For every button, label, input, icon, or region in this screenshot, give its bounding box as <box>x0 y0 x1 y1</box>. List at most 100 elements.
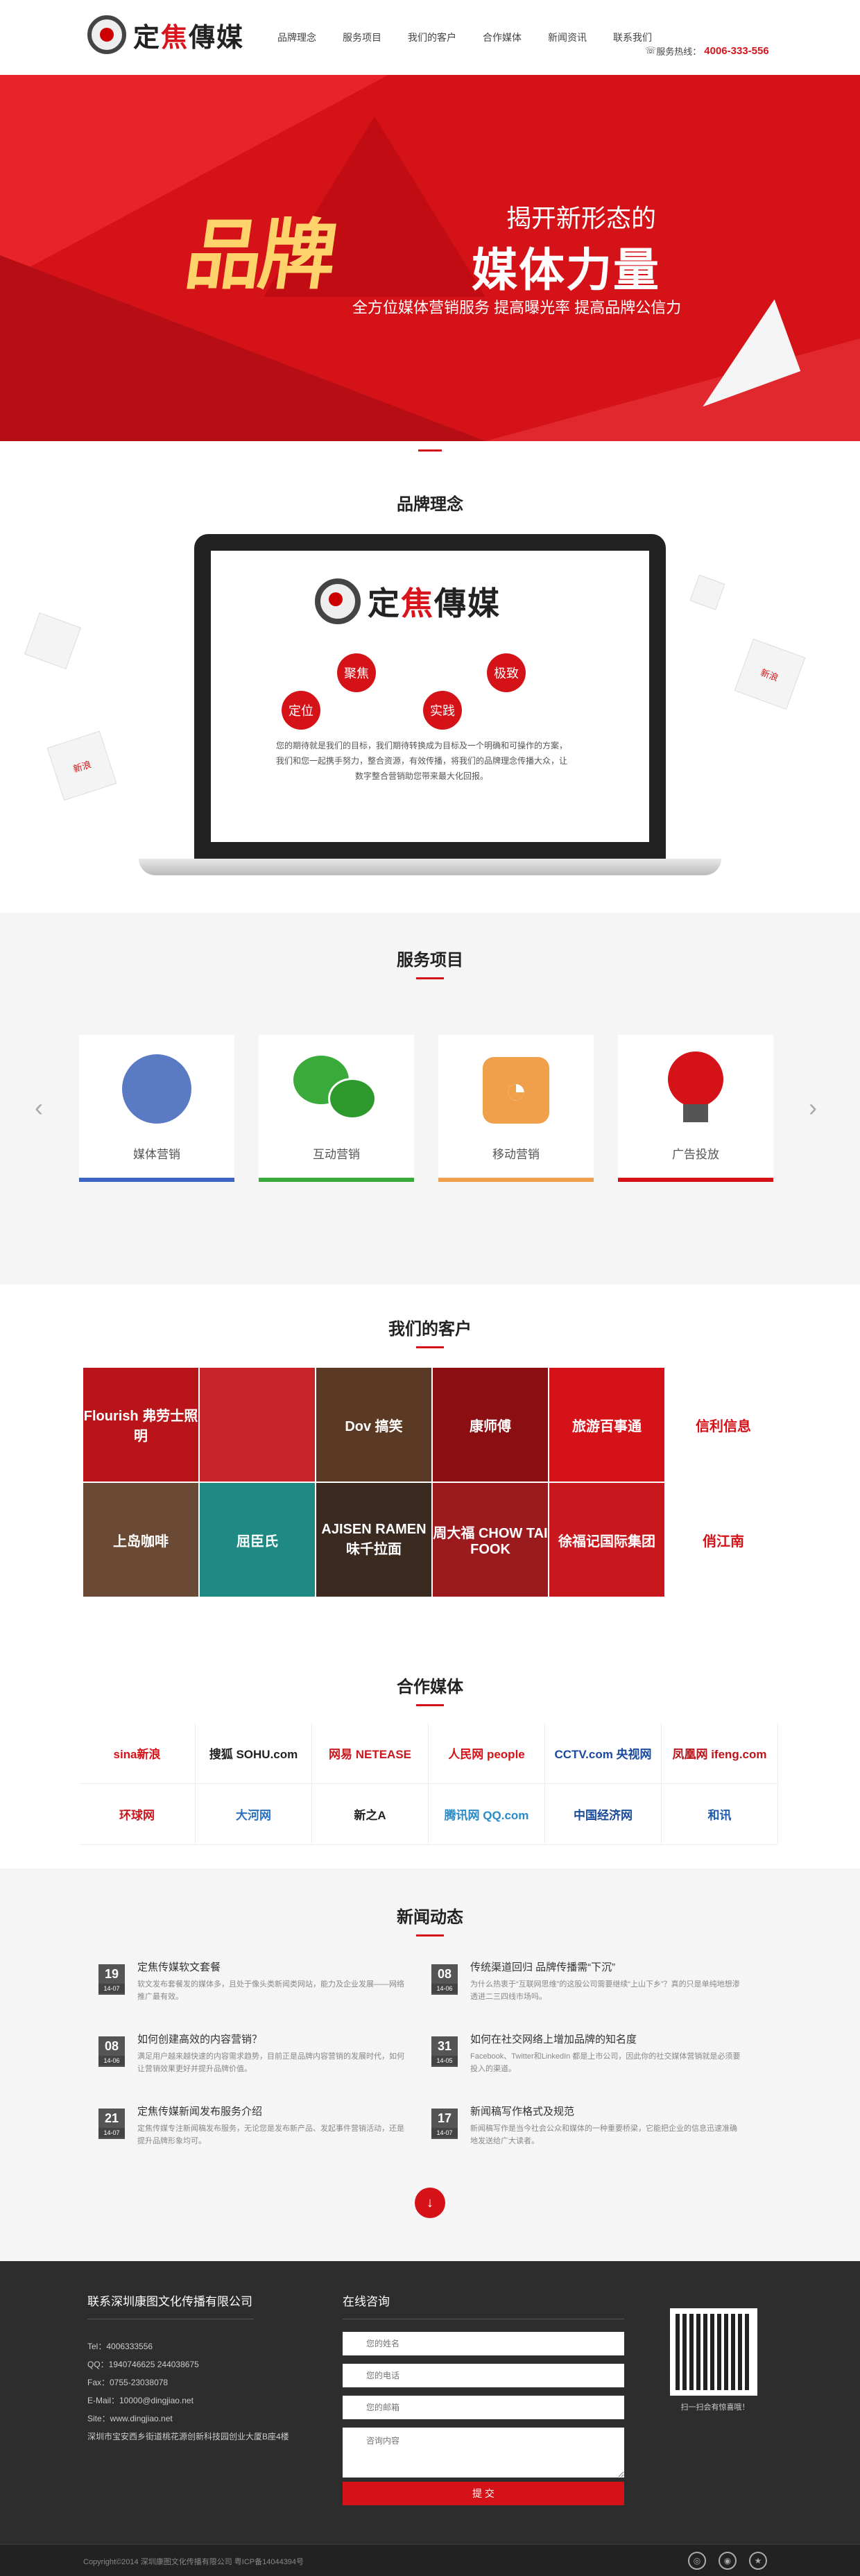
star-icon[interactable]: ★ <box>749 2552 767 2570</box>
news-item[interactable]: 08 14-06 如何创建高效的内容营销？ 满足用户越来越快速的内容需求趋势，目前正是… <box>98 2032 431 2104</box>
nav-item-brand[interactable]: 品牌理念 <box>277 31 316 44</box>
hotline-label: 服务热线： <box>656 46 702 57</box>
media-logo[interactable]: 腾讯网 QQ.com <box>429 1784 545 1845</box>
client-logo: 周大福 CHOW TAI FOOK <box>433 1483 548 1597</box>
client-logo: 上岛咖啡 <box>83 1483 198 1597</box>
news-title: 新闻动态 <box>397 1908 463 1927</box>
nav-item-clients[interactable]: 我们的客户 <box>408 31 456 44</box>
media-logo[interactable]: 网易 NETEASE <box>312 1723 429 1784</box>
services-section: 服务项目 ‹ › 媒体营销 互动营销 ◔ 移动营销 广告投放 <box>0 913 860 1285</box>
news-list: 19 14-07 定焦传媒软文套餐 软文发布套餐发的媒体多，且处于像头类新闻类网站，能… <box>98 1960 764 2176</box>
services-carousel: 媒体营销 互动营销 ◔ 移动营销 广告投放 <box>79 1035 798 1182</box>
media-section: 合作媒体 sina新浪 搜狐 SOHU.com 网易 NETEASE 人民网 peop… <box>0 1648 860 1869</box>
media-logo[interactable]: 新之A <box>312 1784 429 1845</box>
screen-logo-text: 定焦傳媒 <box>368 585 501 622</box>
main-nav: 品牌理念 服务项目 我们的客户 合作媒体 新闻资讯 联系我们 <box>277 31 678 44</box>
news-title[interactable]: 定焦传媒新闻发布服务介绍 <box>137 2104 411 2120</box>
news-summary: Facebook、Twitter和LinkedIn 都是上市公司，因此你的社交媒… <box>470 2052 741 2073</box>
contact-tel: Tel：4006333556 <box>87 2342 153 2351</box>
concept-circle: 极致 <box>487 653 526 692</box>
service-underline <box>259 1178 414 1182</box>
news-title[interactable]: 新闻稿写作格式及规范 <box>470 2104 743 2120</box>
laptop-screen: 定焦傳媒 聚焦 极致 定位 实践 您的期待就是我们的目标，我们期待转换成为目标及… <box>194 534 666 859</box>
concept-circle: 聚焦 <box>337 653 376 692</box>
clients-section: 我们的客户 Flourish 弗劳士照明 Dov 搞笑 康师傅 旅游百事通 信利信息 上岛… <box>0 1285 860 1648</box>
news-item[interactable]: 19 14-07 定焦传媒软文套餐 软文发布套餐发的媒体多，且处于像头类新闻类网站，能… <box>98 1960 431 2032</box>
contact-email: E-Mail：10000@dingjiao.net <box>87 2396 194 2405</box>
concept-circle: 实践 <box>423 691 462 730</box>
news-item[interactable]: 21 14-07 定焦传媒新闻发布服务介绍 定焦传媒专注新闻稿发布服务，无论您是发布新… <box>98 2104 431 2176</box>
lightbulb-icon <box>668 1051 723 1107</box>
news-month: 14-05 <box>431 2056 458 2066</box>
media-logo[interactable]: 凤凰网 ifeng.com <box>662 1723 778 1784</box>
content-textarea[interactable] <box>343 2428 624 2478</box>
company-name: 联系深圳康图文化传播有限公司 <box>87 2295 252 2308</box>
client-logo: AJISEN RAMEN 味千拉面 <box>316 1483 431 1597</box>
globe-icon <box>122 1054 191 1124</box>
media-logo[interactable]: 大河网 <box>196 1784 312 1845</box>
news-title[interactable]: 如何在社交网络上增加品牌的知名度 <box>470 2032 743 2047</box>
client-logo: Flourish 弗劳士照明 <box>83 1368 198 1482</box>
weibo-icon[interactable]: ◎ <box>688 2552 706 2570</box>
site-logo[interactable]: 定焦傳媒 <box>87 15 244 54</box>
news-date: 08 14-06 <box>98 2036 125 2067</box>
news-day: 19 <box>104 1967 119 1981</box>
service-card-interactive[interactable]: 互动营销 <box>259 1035 414 1182</box>
client-logo: 俏江南 <box>666 1483 781 1597</box>
client-logo: 信利信息 <box>666 1368 781 1482</box>
name-input[interactable] <box>343 2332 624 2355</box>
media-logo[interactable]: 人民网 people <box>429 1723 545 1784</box>
service-label: 移动营销 <box>492 1148 540 1161</box>
media-logo[interactable]: 和讯 <box>662 1784 778 1845</box>
email-input[interactable] <box>343 2396 624 2419</box>
services-title: 服务项目 <box>397 951 463 970</box>
media-logo[interactable]: CCTV.com 央视网 <box>545 1723 662 1784</box>
service-card-media[interactable]: 媒体营销 <box>79 1035 234 1182</box>
screen-logo: 定焦傳媒 <box>315 578 501 624</box>
section-divider <box>416 977 444 979</box>
client-logo: 屈臣氏 <box>200 1483 315 1597</box>
service-card-mobile[interactable]: ◔ 移动营销 <box>438 1035 594 1182</box>
media-logo[interactable]: 搜狐 SOHU.com <box>196 1723 312 1784</box>
nav-item-media[interactable]: 合作媒体 <box>483 31 522 44</box>
nav-item-news[interactable]: 新闻资讯 <box>548 31 587 44</box>
news-month: 14-06 <box>431 1984 458 1993</box>
media-logo[interactable]: 中国经济网 <box>545 1784 662 1845</box>
news-item[interactable]: 08 14-06 传统渠道回归 品牌传播需“下沉” 为什么热衷于“互联网思维”的这股公… <box>431 1960 764 2032</box>
news-month: 14-07 <box>98 2128 125 2138</box>
news-item[interactable]: 17 14-07 新闻稿写作格式及规范 新闻稿写作是当今社会公众和媒体的一种重要桥梁，… <box>431 2104 764 2176</box>
news-title[interactable]: 如何创建高效的内容营销？ <box>137 2032 411 2047</box>
media-logo[interactable]: sina新浪 <box>79 1723 196 1784</box>
news-item[interactable]: 31 14-05 如何在社交网络上增加品牌的知名度 Facebook、Twitter和… <box>431 2032 764 2104</box>
news-date: 08 14-06 <box>431 1964 458 1995</box>
more-news-button[interactable]: ↓ <box>415 2188 445 2218</box>
section-divider <box>416 1346 444 1348</box>
service-underline <box>618 1178 773 1182</box>
site-footer: 联系深圳康图文化传播有限公司 Tel：4006333556 QQ：1940746… <box>0 2261 860 2576</box>
brand-description: 您的期待就是我们的目标，我们期待转换成为目标及一个明确和可操作的方案，我们和您一… <box>276 741 568 781</box>
contact-info: 联系深圳康图文化传播有限公司 Tel：4006333556 QQ：1940746… <box>87 2292 289 2446</box>
clients-title: 我们的客户 <box>388 1320 472 1339</box>
news-title[interactable]: 定焦传媒软文套餐 <box>137 1960 411 1975</box>
client-logo <box>200 1368 315 1482</box>
rss-icon: ◔ <box>483 1057 549 1124</box>
carousel-next-arrow[interactable]: › <box>809 1093 817 1122</box>
phone-input[interactable] <box>343 2364 624 2387</box>
media-logo[interactable]: 环球网 <box>79 1784 196 1845</box>
banner-line-1: 揭开新形态的 <box>506 204 657 232</box>
news-month: 14-06 <box>98 2056 125 2066</box>
copyright: Copyright©2014 深圳康图文化传播有限公司 粤ICP备1404439… <box>83 2558 304 2566</box>
news-title[interactable]: 传统渠道回归 品牌传播需“下沉” <box>470 1960 743 1975</box>
phone-icon: ☏ <box>645 45 657 55</box>
brand-section: 品牌理念 新浪 新浪 定焦傳媒 聚焦 极致 定位 实践 您的期待就是我们的目标，… <box>0 441 860 913</box>
carousel-prev-arrow[interactable]: ‹ <box>35 1093 43 1122</box>
submit-button[interactable]: 提 交 <box>343 2482 624 2505</box>
service-card-ads[interactable]: 广告投放 <box>618 1035 773 1182</box>
contact-site: Site：www.dingjiao.net <box>87 2414 173 2423</box>
consult-title: 在线咨询 <box>343 2295 390 2308</box>
qr-code-icon <box>670 2308 757 2396</box>
media-logo-grid: sina新浪 搜狐 SOHU.com 网易 NETEASE 人民网 people CCT… <box>79 1723 781 1845</box>
qq-icon[interactable]: ◉ <box>719 2552 737 2570</box>
nav-item-services[interactable]: 服务项目 <box>343 31 381 44</box>
section-divider <box>418 449 442 452</box>
